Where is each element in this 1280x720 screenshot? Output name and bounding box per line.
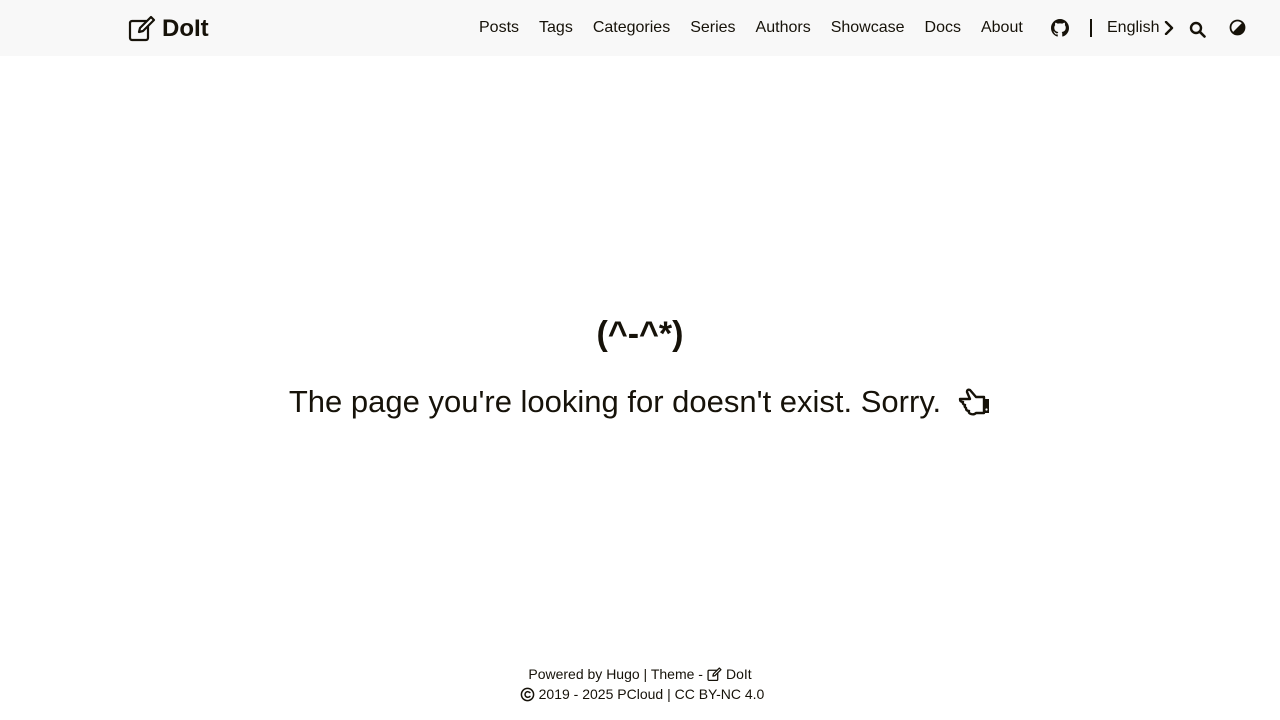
error-message-row: The page you're looking for doesn't exis…: [0, 382, 1280, 422]
language-label: English: [1107, 19, 1160, 36]
nav-about[interactable]: About: [981, 17, 1023, 39]
footer-license-sep: |: [667, 686, 671, 702]
footer-powered-line: Powered by Hugo | Theme - DoIt: [0, 664, 1280, 684]
search-icon: [1189, 21, 1206, 38]
header-divider: [1090, 19, 1092, 37]
error-message: The page you're looking for doesn't exis…: [288, 384, 942, 419]
nav-series[interactable]: Series: [690, 17, 735, 39]
site-footer: Powered by Hugo | Theme - DoIt 2019 - 20…: [0, 664, 1280, 704]
github-icon: [1051, 19, 1069, 37]
nav-categories[interactable]: Categories: [593, 17, 670, 39]
pen-to-square-icon: [128, 15, 156, 42]
pen-to-square-icon: [707, 666, 722, 681]
footer-hugo-link[interactable]: Hugo: [606, 664, 639, 684]
nav-posts[interactable]: Posts: [479, 17, 519, 39]
nav-authors[interactable]: Authors: [756, 17, 811, 39]
pointing-hand-icon: [958, 388, 990, 416]
nav-docs[interactable]: Docs: [925, 17, 961, 39]
language-select[interactable]: English: [1107, 17, 1175, 39]
main-nav: Posts Tags Categories Series Authors Sho…: [479, 17, 1023, 39]
search-button[interactable]: [1189, 21, 1206, 38]
nav-showcase[interactable]: Showcase: [831, 17, 905, 39]
site-title: DoIt: [162, 15, 209, 42]
footer-powered-text: Powered by: [528, 666, 603, 682]
chevron-right-icon: [1165, 21, 1174, 35]
footer-theme-link[interactable]: DoIt: [726, 664, 752, 684]
footer-theme-text: | Theme -: [643, 666, 703, 682]
site-header: DoIt Posts Tags Categories Series Author…: [0, 0, 1280, 56]
github-link[interactable]: [1051, 19, 1069, 37]
footer-owner-link[interactable]: PCloud: [617, 684, 663, 704]
footer-copyright-line: 2019 - 2025 PCloud | CC BY-NC 4.0: [0, 684, 1280, 704]
theme-toggle-icon: [1229, 19, 1246, 36]
not-found-content: (^-^*) The page you're looking for doesn…: [0, 56, 1280, 646]
footer-license-link[interactable]: CC BY-NC 4.0: [675, 684, 765, 704]
nav-tags[interactable]: Tags: [539, 17, 573, 39]
footer-years: 2019 - 2025: [538, 686, 614, 702]
theme-toggle-button[interactable]: [1229, 19, 1246, 36]
copyright-icon: [520, 687, 534, 701]
error-face: (^-^*): [596, 315, 684, 353]
site-logo[interactable]: DoIt: [128, 14, 209, 44]
